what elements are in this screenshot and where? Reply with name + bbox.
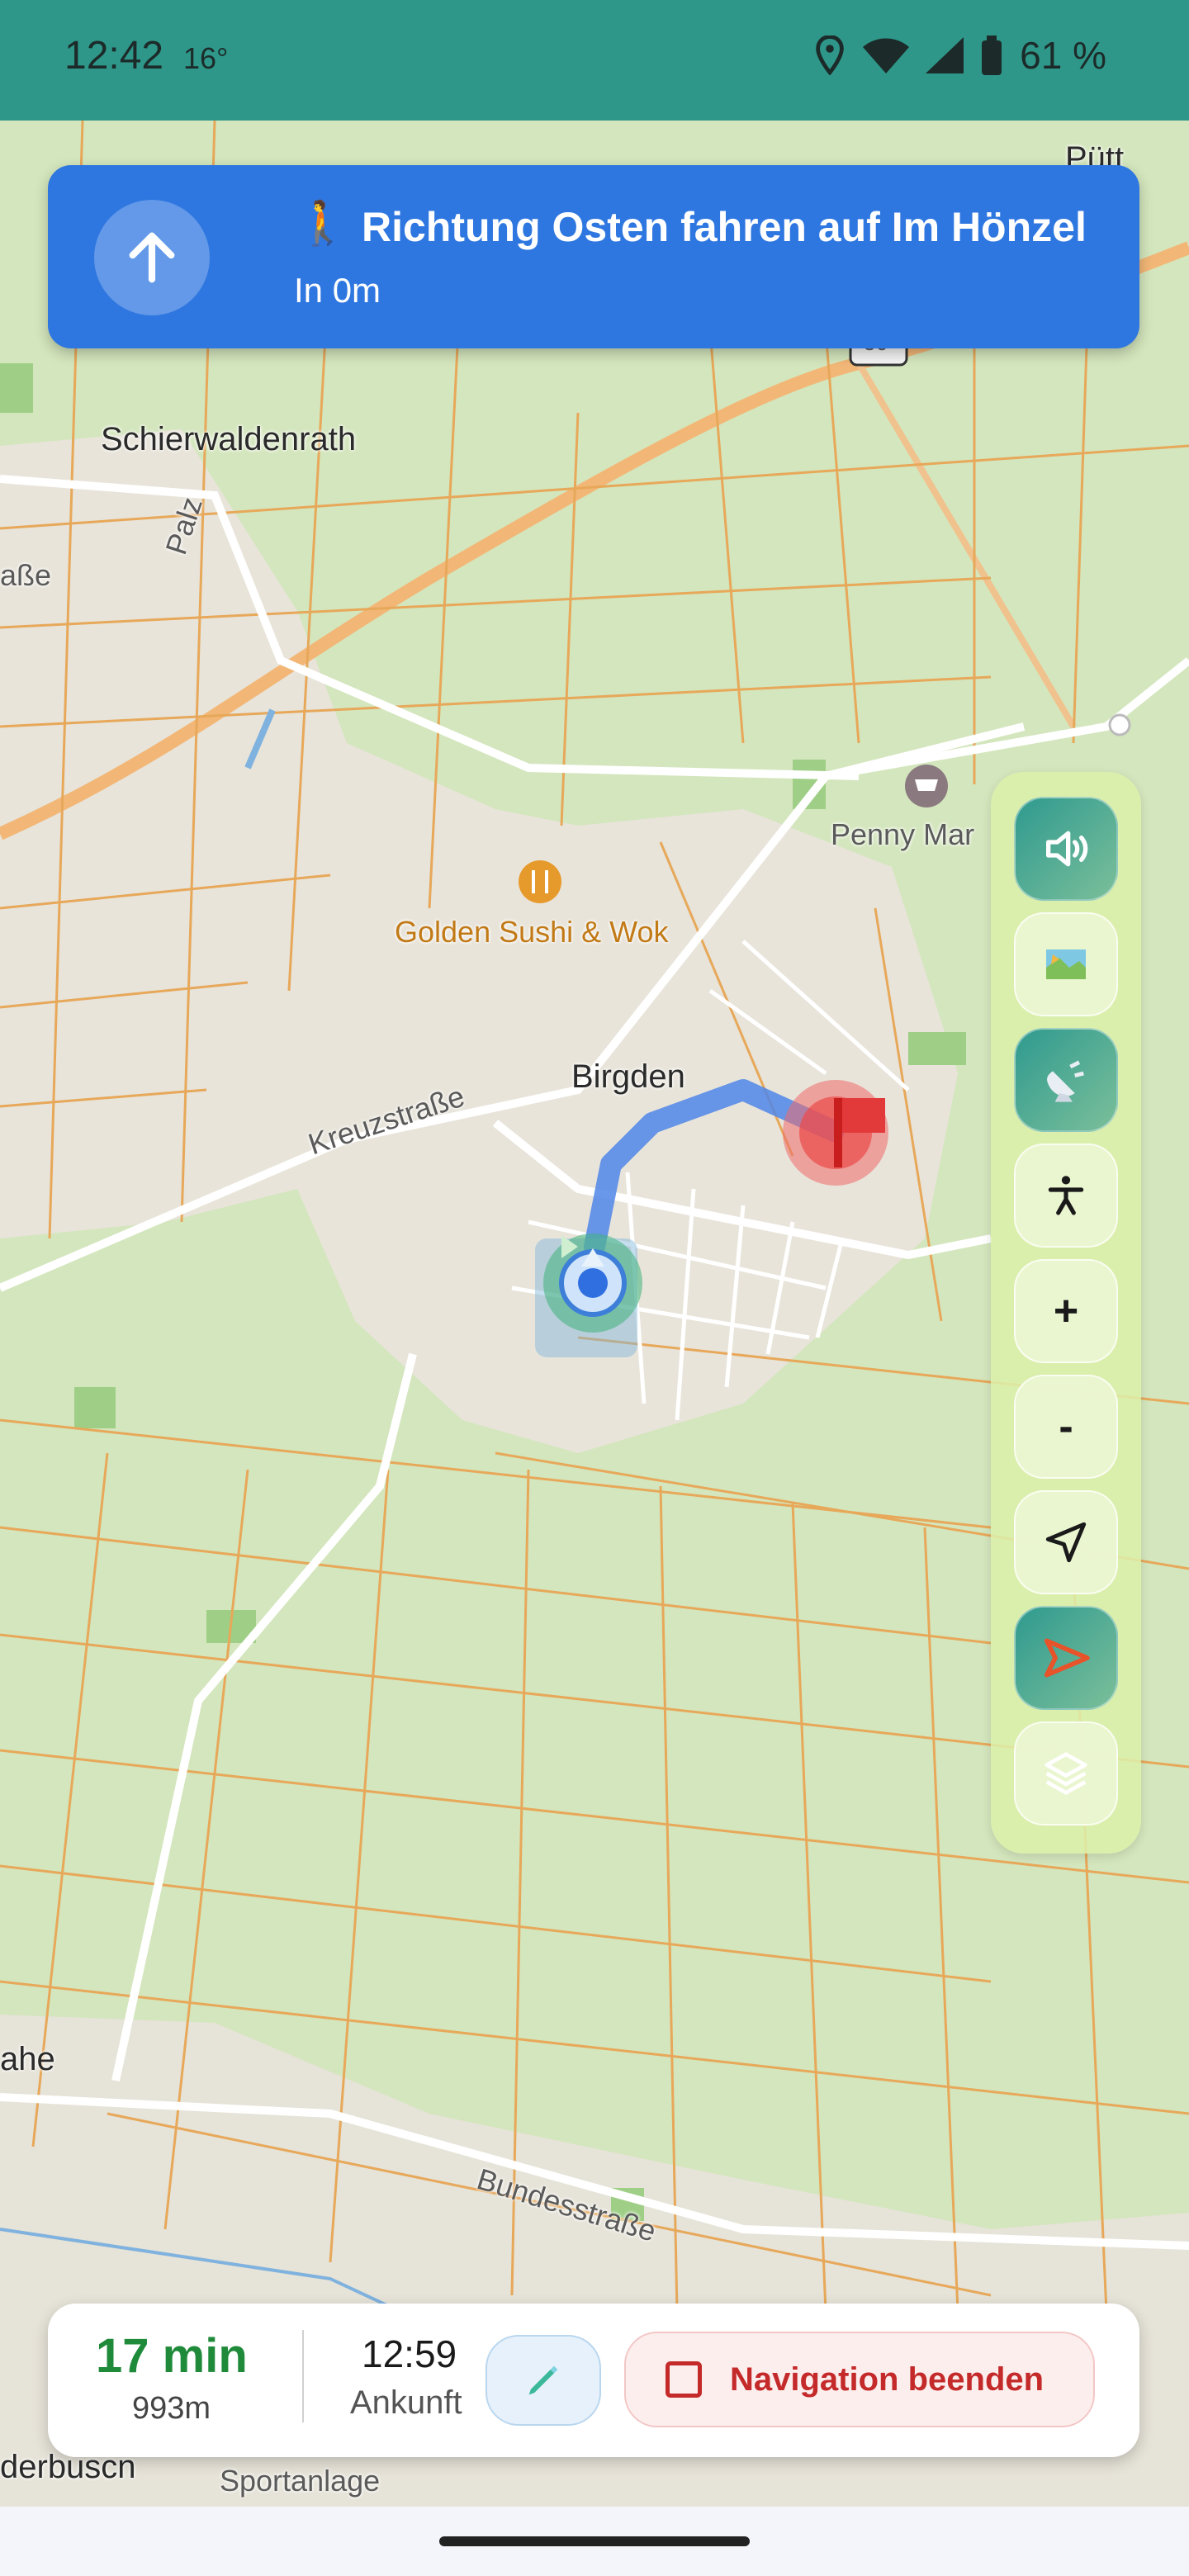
sound-button[interactable] (1014, 797, 1118, 901)
status-bar: 12:42 16° 61 % (0, 0, 1189, 121)
navigation-banner[interactable]: 🚶 Richtung Osten fahren auf Im Hönzel In… (48, 165, 1139, 348)
instruction-text: Richtung Osten fahren auf Im Hönzel (362, 204, 1087, 250)
map-label-asse: aße (0, 558, 52, 592)
map-style-button[interactable] (1014, 912, 1118, 1016)
arrival-time: 12:59 (362, 2332, 457, 2375)
instruction-distance: In 0m (294, 271, 381, 310)
pedestrian-mode-button[interactable] (1014, 1144, 1118, 1248)
navigation-summary-panel: 17 min 993m 12:59 Ankunft Navigation bee… (48, 2304, 1139, 2457)
status-icons: 61 % (813, 33, 1106, 78)
map-icon (1046, 949, 1086, 979)
trip-distance: 993m (132, 2391, 211, 2426)
zoom-in-button[interactable]: + (1014, 1259, 1118, 1363)
arrival-label: Ankunft (350, 2384, 462, 2421)
navigate-icon (1044, 1638, 1090, 1678)
arrow-up-icon (94, 200, 210, 315)
sound-icon (1046, 831, 1088, 867)
system-navigation-bar (0, 2507, 1189, 2576)
satellite-button[interactable] (1014, 1028, 1118, 1132)
stop-navigation-label: Navigation beenden (730, 2361, 1045, 2398)
zoom-out-button[interactable]: - (1014, 1375, 1118, 1479)
home-gesture-handle[interactable] (439, 2536, 750, 2546)
signal-icon (926, 37, 964, 73)
navigate-button[interactable] (1014, 1606, 1118, 1710)
walking-person-icon: 🚶 (296, 200, 349, 248)
stop-icon (666, 2361, 702, 2398)
map-toolbar: + - (991, 772, 1141, 1854)
location-icon (816, 36, 844, 75)
map-label-sushi[interactable]: Golden Sushi & Wok (395, 915, 669, 949)
locate-button[interactable] (1014, 1490, 1118, 1594)
battery-icon (982, 36, 1002, 75)
layers-icon (1045, 1752, 1087, 1795)
map-label-birgden: Birgden (571, 1058, 685, 1095)
pen-icon (528, 2365, 558, 2395)
battery-percent: 61 % (1020, 34, 1106, 77)
status-temperature: 16° (183, 41, 229, 75)
status-time: 12:42 (64, 34, 164, 78)
map-label-schierwaldenrath: Schierwaldenrath (101, 421, 357, 457)
edit-route-button[interactable] (486, 2335, 601, 2426)
map-label-sportanlage: Sportanlage (220, 2464, 381, 2498)
stop-navigation-button[interactable]: Navigation beenden (624, 2332, 1095, 2427)
trip-duration: 17 min (96, 2329, 248, 2383)
locate-icon (1045, 1522, 1087, 1563)
map-label-penny: Penny Mar (831, 817, 975, 851)
wifi-icon (863, 38, 910, 73)
divider (302, 2330, 304, 2422)
satellite-icon (1047, 1060, 1084, 1102)
pedestrian-icon (1048, 1176, 1084, 1215)
layers-button[interactable] (1014, 1721, 1118, 1825)
map-label-ahe: ahe (0, 2041, 55, 2077)
